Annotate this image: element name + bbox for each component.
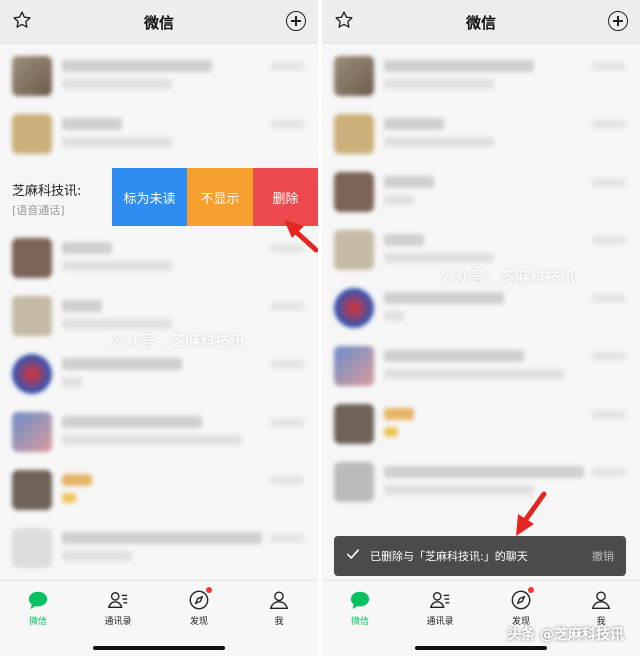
- chat-list: [0, 46, 318, 162]
- watermark: 公众号：芝麻科技讯: [110, 332, 246, 350]
- deleted-toast: 已删除与「芝麻科技讯:」的聊天 撤销: [334, 536, 626, 576]
- contacts-icon: [107, 589, 129, 611]
- tab-contacts[interactable]: 通讯录: [83, 589, 153, 633]
- home-indicator: [415, 646, 547, 650]
- chat-list-panel-left: 微信 芝麻科技讯: [语音通话] 标为未读 不显示 删除 公众号：芝麻科技讯 微…: [0, 0, 318, 656]
- notification-dot: [528, 587, 534, 593]
- list-item[interactable]: [0, 518, 318, 576]
- chat-preview: [语音通话]: [12, 204, 65, 217]
- list-item[interactable]: [322, 46, 640, 104]
- hide-button[interactable]: 不显示: [187, 168, 253, 226]
- list-item[interactable]: [322, 104, 640, 162]
- chat-bubble-icon: [27, 589, 49, 611]
- tab-discover[interactable]: 发现: [164, 587, 234, 633]
- watermark: 公众号：芝麻科技讯: [440, 268, 576, 286]
- mark-unread-button[interactable]: 标为未读: [112, 168, 187, 226]
- red-arrow-icon: [284, 220, 318, 253]
- list-item[interactable]: [0, 344, 318, 402]
- compass-icon: [510, 587, 534, 611]
- add-icon[interactable]: [608, 11, 628, 31]
- toast-message: 已删除与「芝麻科技讯:」的聊天: [370, 550, 528, 563]
- list-item[interactable]: [0, 460, 318, 518]
- list-item[interactable]: [0, 228, 318, 286]
- top-bar: 微信: [0, 0, 318, 44]
- list-item[interactable]: [0, 104, 318, 162]
- contacts-icon: [429, 589, 451, 611]
- tab-me[interactable]: 我: [244, 589, 314, 633]
- bottom-tab-bar: 微信 通讯录 发现 我: [0, 580, 318, 656]
- tab-chats[interactable]: 微信: [325, 589, 395, 633]
- chat-name: 芝麻科技讯:: [12, 184, 82, 199]
- tab-contacts[interactable]: 通讯录: [405, 589, 475, 633]
- undo-button[interactable]: 撤销: [592, 548, 614, 564]
- person-icon: [590, 589, 612, 611]
- check-icon: [346, 549, 360, 559]
- home-indicator: [93, 646, 225, 650]
- list-item[interactable]: [0, 402, 318, 460]
- compass-icon: [188, 587, 212, 611]
- bottom-tab-bar: 微信 通讯录 发现 我: [322, 580, 640, 656]
- person-icon: [268, 589, 290, 611]
- top-bar: 微信: [322, 0, 640, 44]
- chat-bubble-icon: [349, 589, 371, 611]
- list-item[interactable]: [322, 162, 640, 220]
- add-icon[interactable]: [286, 11, 306, 31]
- chat-list-lower: [0, 228, 318, 576]
- brand-watermark: 头条 @芝麻科技讯: [507, 627, 624, 643]
- chat-list-panel-right: 微信 公众号：芝麻科技讯 已删除与「芝麻科技讯:」的聊天 撤销 微信 通讯录 发…: [322, 0, 640, 656]
- tab-chats[interactable]: 微信: [3, 589, 73, 633]
- page-title: 微信: [465, 14, 496, 32]
- list-item[interactable]: [322, 452, 640, 510]
- notification-dot: [206, 587, 212, 593]
- list-item[interactable]: [322, 394, 640, 452]
- page-title: 微信: [143, 14, 174, 32]
- list-item[interactable]: [0, 46, 318, 104]
- list-item[interactable]: [322, 336, 640, 394]
- red-arrow-icon: [516, 491, 547, 536]
